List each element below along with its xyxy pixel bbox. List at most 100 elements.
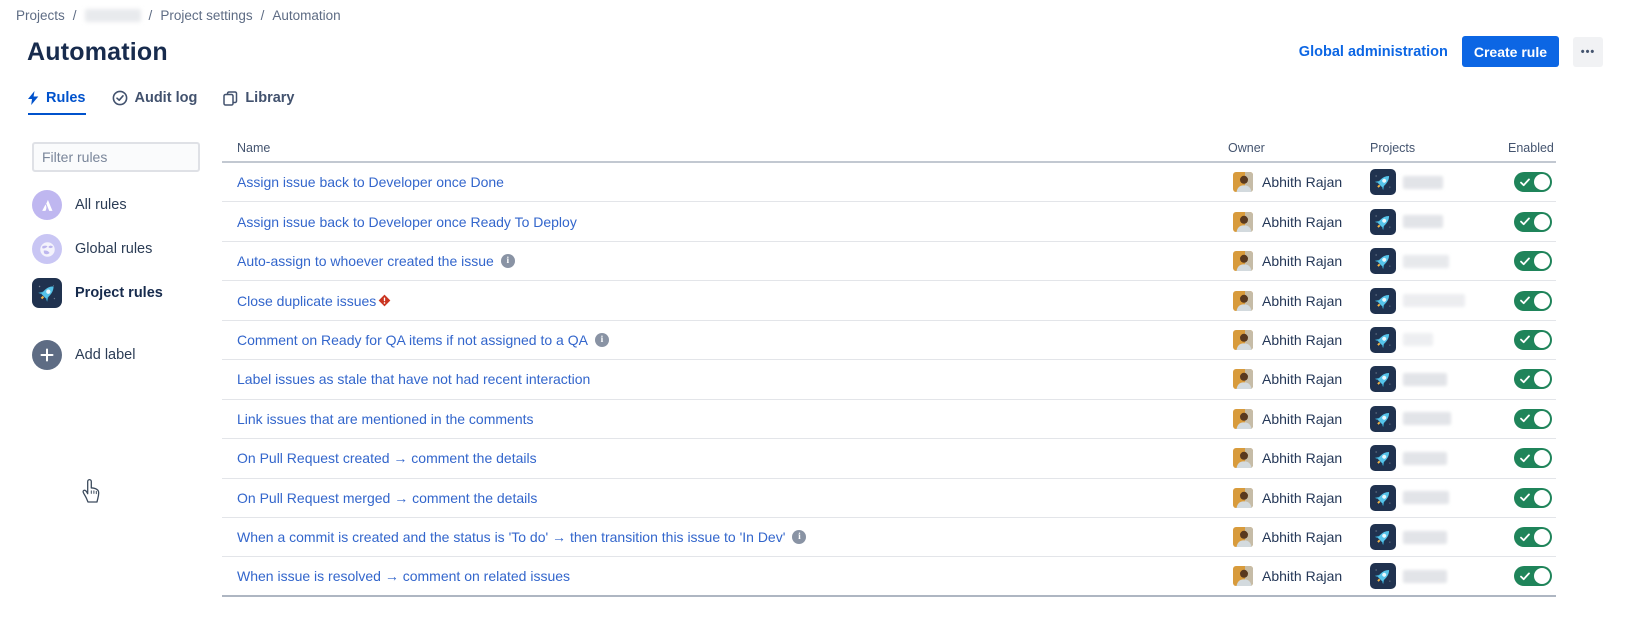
enabled-toggle[interactable]: [1514, 291, 1552, 311]
rule-owner-cell: Abhith Rajan: [1228, 448, 1370, 468]
enabled-toggle[interactable]: [1514, 527, 1552, 547]
project-name-redacted: [1403, 255, 1449, 268]
tab-library[interactable]: Library: [223, 90, 294, 113]
rule-name-cell: Comment on Ready for QA items if not ass…: [222, 332, 1228, 348]
plus-icon: [32, 340, 62, 370]
project-name-redacted: [1403, 452, 1447, 465]
rule-owner-cell: Abhith Rajan: [1228, 172, 1370, 192]
enabled-toggle[interactable]: [1514, 448, 1552, 468]
info-icon[interactable]: i: [792, 530, 806, 544]
column-header-projects: Projects: [1370, 141, 1508, 155]
rocket-icon: [32, 278, 62, 308]
rocket-icon: [1370, 524, 1396, 550]
table-row: Link issues that are mentioned in the co…: [222, 400, 1556, 439]
sidebar-item-label: Add label: [75, 347, 135, 363]
breadcrumb-separator: /: [73, 8, 77, 23]
rule-projects-cell: [1370, 327, 1508, 353]
mouse-cursor-hand-icon: [80, 477, 102, 510]
atlassian-logo-icon: [32, 190, 62, 220]
rule-projects-cell: [1370, 288, 1508, 314]
rule-owner-cell: Abhith Rajan: [1228, 488, 1370, 508]
rocket-icon: [1370, 327, 1396, 353]
rule-name-link[interactable]: Link issues that are mentioned in the co…: [237, 411, 534, 427]
create-rule-button[interactable]: Create rule: [1462, 36, 1559, 67]
lightning-icon: [28, 91, 39, 105]
enabled-toggle[interactable]: [1514, 369, 1552, 389]
sidebar-item-project-rules[interactable]: Project rules: [32, 278, 163, 308]
rule-enabled-cell: [1508, 409, 1556, 429]
rule-owner-name: Abhith Rajan: [1262, 450, 1342, 466]
rule-name-cell: Close duplicate issues: [222, 293, 1228, 309]
rule-owner-cell: Abhith Rajan: [1228, 212, 1370, 232]
rule-name-link[interactable]: Label issues as stale that have not had …: [237, 371, 590, 387]
rule-name-link[interactable]: Assign issue back to Developer once Read…: [237, 214, 577, 230]
rule-owner-cell: Abhith Rajan: [1228, 527, 1370, 547]
filter-rules-input[interactable]: [32, 142, 200, 172]
avatar: [1233, 566, 1253, 586]
rule-name-cell: When a commit is created and the status …: [222, 529, 1228, 545]
rule-enabled-cell: [1508, 369, 1556, 389]
project-name-redacted: [1403, 412, 1451, 425]
globe-icon: [32, 234, 62, 264]
rule-name-link[interactable]: Comment on Ready for QA items if not ass…: [237, 332, 588, 348]
breadcrumb-project-name-redacted[interactable]: [85, 9, 141, 22]
rule-enabled-cell: [1508, 212, 1556, 232]
rule-name-cell: On Pull Request created → comment the de…: [222, 450, 1228, 466]
toggle-knob: [1534, 411, 1550, 427]
sidebar-item-label: Project rules: [75, 285, 163, 301]
enabled-toggle[interactable]: [1514, 212, 1552, 232]
column-header-owner: Owner: [1228, 141, 1370, 155]
enabled-toggle[interactable]: [1514, 409, 1552, 429]
tab-audit-log[interactable]: Audit log: [112, 90, 198, 113]
project-name-redacted: [1403, 570, 1447, 583]
info-icon[interactable]: i: [501, 254, 515, 268]
breadcrumb-project-settings[interactable]: Project settings: [160, 8, 252, 23]
rule-name-link[interactable]: Auto-assign to whoever created the issue: [237, 253, 494, 269]
sidebar-item-all-rules[interactable]: All rules: [32, 190, 127, 220]
rule-enabled-cell: [1508, 291, 1556, 311]
rule-name-link[interactable]: When a commit is created and the status …: [237, 529, 785, 545]
avatar: [1233, 212, 1253, 232]
rocket-icon: [1370, 288, 1396, 314]
global-administration-link[interactable]: Global administration: [1299, 44, 1448, 60]
rule-name-link[interactable]: Assign issue back to Developer once Done: [237, 174, 504, 190]
rule-projects-cell: [1370, 248, 1508, 274]
tab-label: Rules: [46, 90, 86, 106]
rule-name-link[interactable]: On Pull Request merged → comment the det…: [237, 490, 537, 506]
table-row: Assign issue back to Developer once Read…: [222, 202, 1556, 241]
rule-enabled-cell: [1508, 488, 1556, 508]
rule-projects-cell: [1370, 169, 1508, 195]
enabled-toggle[interactable]: [1514, 566, 1552, 586]
more-options-button[interactable]: •••: [1573, 37, 1603, 67]
breadcrumb-automation: Automation: [272, 8, 340, 23]
breadcrumb-projects[interactable]: Projects: [16, 8, 65, 23]
toggle-knob: [1534, 174, 1550, 190]
table-row: Comment on Ready for QA items if not ass…: [222, 321, 1556, 360]
avatar: [1233, 527, 1253, 547]
tab-rules[interactable]: Rules: [28, 90, 86, 115]
table-row: On Pull Request merged → comment the det…: [222, 479, 1556, 518]
avatar: [1233, 330, 1253, 350]
rocket-icon: [1370, 248, 1396, 274]
enabled-toggle[interactable]: [1514, 330, 1552, 350]
rule-owner-name: Abhith Rajan: [1262, 332, 1342, 348]
table-header: Name Owner Projects Enabled: [222, 135, 1556, 163]
enabled-toggle[interactable]: [1514, 251, 1552, 271]
rule-name-link[interactable]: On Pull Request created → comment the de…: [237, 450, 537, 466]
sidebar-item-add-label[interactable]: Add label: [32, 340, 135, 370]
toggle-knob: [1534, 490, 1550, 506]
sidebar-item-global-rules[interactable]: Global rules: [32, 234, 152, 264]
toggle-knob: [1534, 214, 1550, 230]
library-copy-icon: [223, 91, 238, 106]
enabled-toggle[interactable]: [1514, 488, 1552, 508]
info-icon[interactable]: i: [595, 333, 609, 347]
rule-owner-cell: Abhith Rajan: [1228, 409, 1370, 429]
check-circle-icon: [112, 90, 128, 106]
enabled-toggle[interactable]: [1514, 172, 1552, 192]
rule-name-link[interactable]: Close duplicate issues: [237, 293, 376, 309]
toggle-knob: [1534, 371, 1550, 387]
rule-owner-cell: Abhith Rajan: [1228, 369, 1370, 389]
rule-owner-name: Abhith Rajan: [1262, 174, 1342, 190]
rule-name-link[interactable]: When issue is resolved → comment on rela…: [237, 568, 570, 584]
rule-owner-cell: Abhith Rajan: [1228, 251, 1370, 271]
